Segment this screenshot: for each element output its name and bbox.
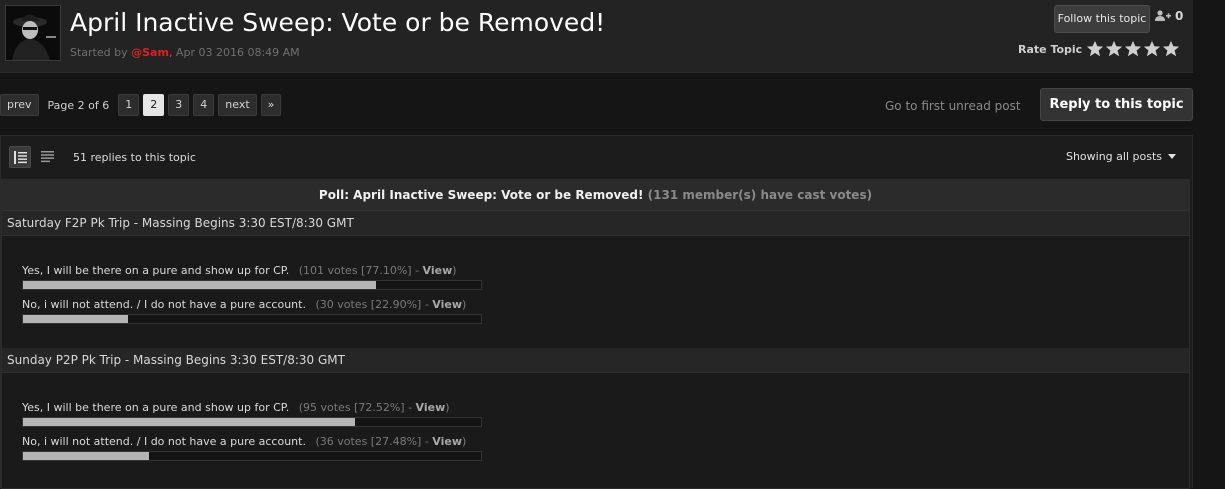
view-voters-link[interactable]: View [416, 401, 446, 414]
posts-panel: 51 replies to this topic Showing all pos… [0, 135, 1193, 489]
post-filter-dropdown[interactable]: Showing all posts [1066, 150, 1176, 163]
choice-stat-close: ) [445, 401, 450, 414]
poll-title: Poll: April Inactive Sweep: Vote or be R… [318, 188, 644, 202]
star-icon[interactable] [1086, 40, 1104, 58]
choice-label: No, i will not attend. / I do not have a… [22, 435, 306, 448]
followers-icon [1155, 10, 1171, 21]
vote-bar-fill [23, 418, 356, 426]
prev-page-button[interactable]: prev [0, 94, 39, 116]
pagination: prev Page 2 of 6 1 2 3 4 next » [0, 93, 282, 117]
page-indicator: Page 2 of 6 [47, 98, 110, 112]
next-page-button[interactable]: next [218, 94, 257, 116]
choice-stat: (30 votes [22.90%] - [315, 298, 429, 311]
view-voters-link[interactable]: View [432, 298, 462, 311]
vote-bar [22, 417, 482, 427]
page-4-button[interactable]: 4 [193, 94, 215, 116]
last-page-button[interactable]: » [260, 94, 282, 116]
choice-label: Yes, I will be there on a pure and show … [22, 264, 290, 277]
topic-header: April Inactive Sweep: Vote or be Removed… [0, 0, 1193, 73]
poll-choice: Yes, I will be there on a pure and show … [22, 264, 457, 277]
poll-question-choices: Yes, I will be there on a pure and show … [2, 373, 1189, 485]
standard-view-button[interactable] [9, 146, 31, 168]
poll-vote-count: (131 member(s) have cast votes) [647, 188, 873, 202]
page-2-button[interactable]: 2 [143, 94, 165, 116]
reply-count: 51 replies to this topic [73, 151, 196, 164]
choice-stat: (101 votes [77.10%] - [298, 264, 420, 277]
compact-view-button[interactable] [37, 146, 59, 168]
choice-stat-close: ) [462, 298, 467, 311]
vote-bar-fill [23, 452, 149, 460]
star-icon[interactable] [1105, 40, 1123, 58]
chevron-down-icon [1168, 154, 1176, 159]
choice-label: No, i will not attend. / I do not have a… [22, 298, 306, 311]
author-link[interactable]: @Sam [131, 46, 169, 59]
choice-stat: (95 votes [72.52%] - [298, 401, 413, 414]
choice-stat: (36 votes [27.48%] - [315, 435, 429, 448]
poll-question: Saturday F2P Pk Trip - Massing Begins 3:… [2, 211, 1189, 236]
rate-topic-label: Rate Topic [1018, 43, 1083, 56]
choice-stat-close: ) [452, 264, 457, 277]
vote-bar [22, 280, 482, 290]
reply-button[interactable]: Reply to this topic [1040, 88, 1193, 121]
page-3-button[interactable]: 3 [168, 94, 190, 116]
lines-view-icon [41, 151, 54, 163]
post-filter-label: Showing all posts [1065, 150, 1162, 163]
choice-label: Yes, I will be there on a pure and show … [22, 401, 290, 414]
follower-count-value: 0 [1175, 9, 1184, 23]
topic-meta: Started by @Sam, Apr 03 2016 08:49 AM [70, 46, 300, 59]
view-voters-link[interactable]: View [423, 264, 453, 277]
star-icon[interactable] [1124, 40, 1142, 58]
vote-bar [22, 314, 482, 324]
poll-choice: No, i will not attend. / I do not have a… [22, 298, 466, 311]
list-view-icon [14, 151, 27, 164]
vote-bar-fill [23, 281, 377, 289]
first-unread-link[interactable]: Go to first unread post [885, 99, 1021, 113]
vote-bar-fill [23, 315, 128, 323]
poll-choice: Yes, I will be there on a pure and show … [22, 401, 450, 414]
view-voters-link[interactable]: View [432, 435, 462, 448]
star-icon[interactable] [1162, 40, 1180, 58]
started-by-label: Started by [70, 46, 128, 59]
author-avatar[interactable] [5, 5, 61, 61]
follow-topic-button[interactable]: Follow this topic [1054, 5, 1150, 33]
poll-header: Poll: April Inactive Sweep: Vote or be R… [2, 180, 1189, 211]
star-icon[interactable] [1143, 40, 1161, 58]
follower-count[interactable]: 0 [1155, 9, 1183, 23]
poll-question-choices: Yes, I will be there on a pure and show … [2, 236, 1189, 348]
rating-stars[interactable] [1086, 40, 1180, 58]
choice-stat-close: ) [462, 435, 467, 448]
topic-date: , Apr 03 2016 08:49 AM [168, 46, 300, 59]
poll-question: Sunday P2P Pk Trip - Massing Begins 3:30… [2, 348, 1189, 373]
page-1-button[interactable]: 1 [118, 94, 140, 116]
vote-bar [22, 451, 482, 461]
poll: Poll: April Inactive Sweep: Vote or be R… [1, 179, 1190, 489]
topic-title: April Inactive Sweep: Vote or be Removed… [70, 8, 606, 37]
poll-choice: No, i will not attend. / I do not have a… [22, 435, 466, 448]
